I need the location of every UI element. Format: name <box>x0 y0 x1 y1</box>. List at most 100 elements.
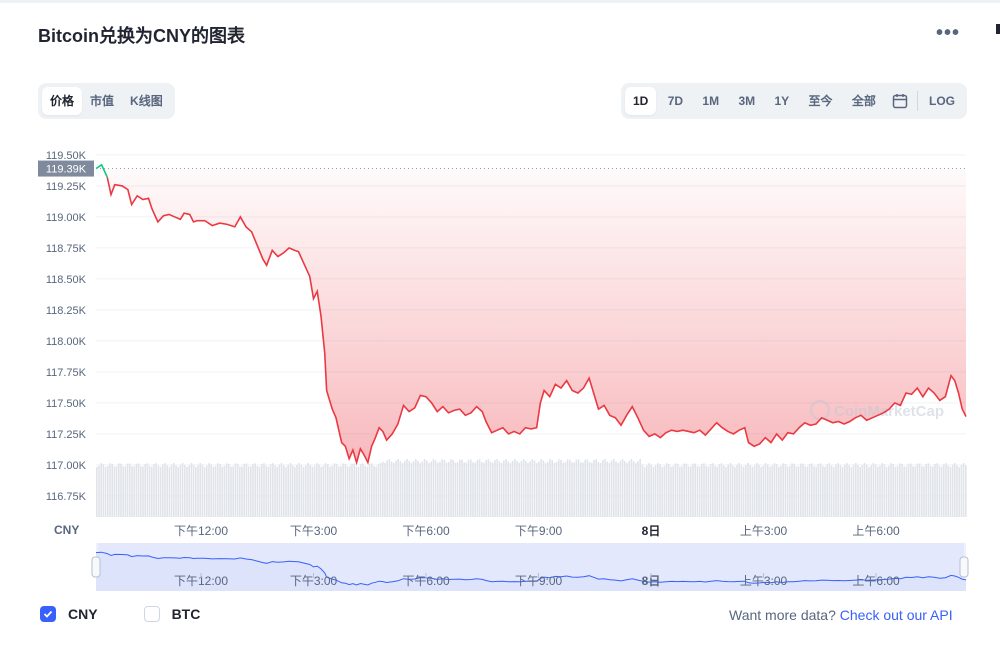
volume-bar <box>287 464 289 517</box>
volume-bar <box>133 466 135 517</box>
volume-bar <box>450 459 452 517</box>
volume-bar <box>602 460 604 517</box>
volume-bar <box>276 466 278 517</box>
volume-bar <box>907 463 910 517</box>
x-tick-label: 上午3:00 <box>740 524 788 538</box>
volume-bar <box>368 463 371 517</box>
y-tick-label: 119.00K <box>46 212 87 224</box>
y-axis: 119.50K 119.25K 119.00K 118.75K 118.50K 118.2… <box>46 150 87 503</box>
volume-bar <box>960 464 963 517</box>
volume-bar <box>155 463 157 517</box>
volume-bar <box>432 459 435 517</box>
volume-bar <box>373 465 375 517</box>
volume-bar <box>377 464 380 517</box>
volume-bar <box>775 464 778 517</box>
volume-bar <box>773 463 776 517</box>
volume-bar <box>839 465 842 517</box>
volume-bar <box>573 462 575 517</box>
navigator-left-handle[interactable] <box>91 556 101 578</box>
volume-bar <box>720 463 723 517</box>
volume-bar <box>393 462 395 517</box>
volume-bar <box>608 462 611 517</box>
volume-bar <box>221 466 223 517</box>
btc-checkbox[interactable] <box>143 606 160 622</box>
volume-bar <box>256 466 259 517</box>
volume-bar <box>560 459 562 517</box>
volume-bar <box>617 462 619 517</box>
volume-bar <box>639 459 641 517</box>
volume-bar <box>397 459 399 517</box>
api-promo: Want more data? Check out our API <box>729 607 953 623</box>
volume-bar <box>778 466 780 517</box>
volume-bar <box>346 466 349 517</box>
price-chart[interactable]: CoinMarketCap 119.50K 119.25K 119.00K 118.7… <box>0 0 1000 600</box>
volume-bar <box>375 466 377 517</box>
volume-bar <box>892 464 894 517</box>
volume-bar <box>452 459 454 517</box>
volume-bar <box>261 464 263 517</box>
y-tick-label: 116.75K <box>46 491 87 503</box>
volume-bar <box>872 463 875 517</box>
volume-bar <box>637 461 639 517</box>
volume-bar <box>355 466 358 517</box>
volume-bar <box>901 463 903 517</box>
volume-bar <box>419 462 421 517</box>
volume-bar <box>965 465 967 517</box>
volume-bar <box>855 463 857 517</box>
volume-bar <box>223 466 226 517</box>
volume-bar <box>412 461 415 517</box>
volume-bar <box>98 465 100 517</box>
volume-bar <box>716 466 718 517</box>
volume-bar <box>657 463 659 517</box>
volume-bar <box>683 463 685 517</box>
volume-bar <box>679 466 681 517</box>
volume-bar <box>120 463 122 517</box>
volume-bar <box>555 461 558 517</box>
volume-bar <box>230 466 232 517</box>
volume-bar <box>166 465 168 517</box>
volume-bar <box>333 463 336 517</box>
volume-bar <box>654 465 657 517</box>
volume-bar <box>234 463 237 517</box>
volume-bar <box>492 462 494 517</box>
volume-bar <box>511 460 514 517</box>
api-promo-text: Want more data? <box>729 607 840 623</box>
currency-axis-label: CNY <box>54 523 79 537</box>
volume-bar <box>162 464 164 517</box>
api-link[interactable]: Check out our API <box>840 607 953 623</box>
volume-bar <box>311 466 314 517</box>
volume-bar <box>866 464 868 517</box>
volume-bar <box>164 463 166 517</box>
cny-checkbox[interactable] <box>40 606 56 622</box>
volume-bar <box>544 462 547 517</box>
current-price-label: 119.39K <box>46 164 87 176</box>
volume-bar <box>496 459 498 517</box>
volume-bar <box>302 466 305 517</box>
volume-bar <box>703 463 705 517</box>
volume-bar <box>441 459 443 517</box>
volume-bar <box>938 465 941 517</box>
volume-bar <box>841 466 844 517</box>
volume-bar <box>771 465 773 517</box>
volume-bar <box>577 459 580 517</box>
volume-bar <box>214 465 217 517</box>
volume-bar <box>364 466 366 517</box>
volume-bar <box>456 462 459 517</box>
y-tick-label: 118.50K <box>46 274 87 286</box>
volume-bar <box>734 466 736 517</box>
navigator-right-handle[interactable] <box>959 556 969 578</box>
volume-bar <box>830 465 833 517</box>
volume-bar <box>698 466 701 517</box>
x-tick-label: 8日 <box>642 524 661 538</box>
volume-bar <box>415 459 417 517</box>
volume-bar <box>421 461 424 517</box>
volume-bar <box>643 466 646 517</box>
volume-bar <box>606 461 608 517</box>
volume-bar <box>921 466 923 517</box>
volume-bar <box>696 466 699 517</box>
volume-bar <box>806 466 809 517</box>
volume-bar <box>593 459 595 517</box>
volume-bar <box>296 465 298 517</box>
volume-bar <box>753 465 756 517</box>
volume-bar <box>630 459 633 517</box>
